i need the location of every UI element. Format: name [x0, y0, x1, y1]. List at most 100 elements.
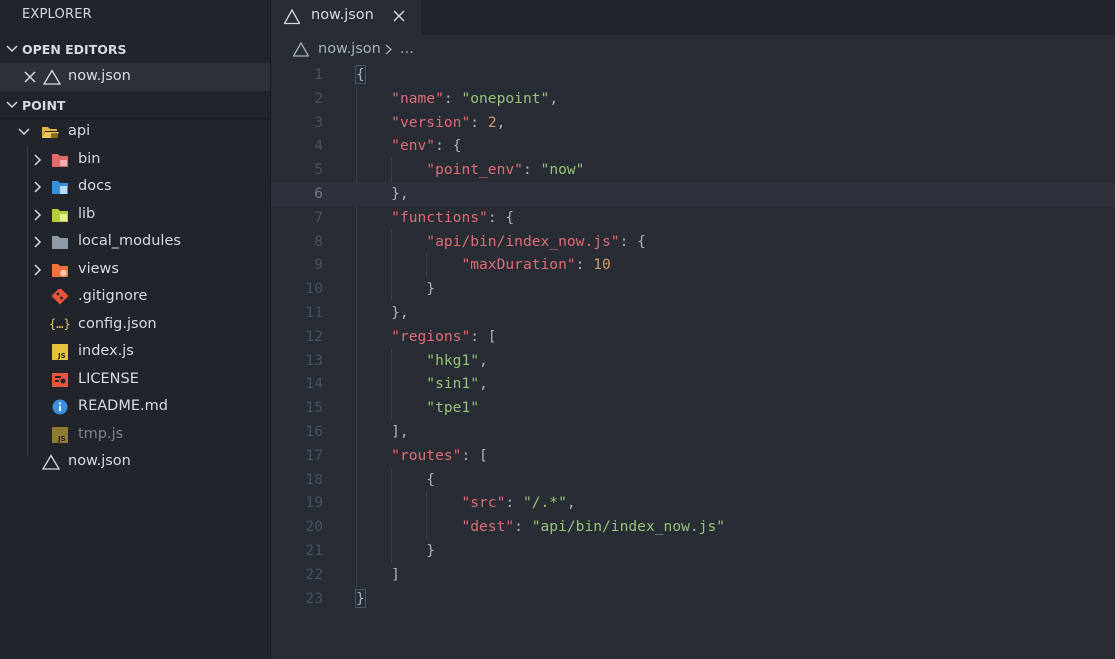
json-key: "name" — [391, 89, 444, 107]
tree-label: config.json — [78, 315, 157, 332]
open-editor-item[interactable]: now.json — [0, 63, 270, 91]
code-text: { — [355, 63, 366, 87]
json-punctuation: : { — [435, 137, 462, 155]
code-line[interactable]: 3 "version": 2, — [271, 111, 1115, 135]
json-punctuation — [356, 494, 461, 511]
code-line[interactable]: 2 "name": "onepoint", — [271, 87, 1115, 111]
code-text: } — [356, 539, 435, 563]
tree-folder-local-modules[interactable]: local_modules — [0, 228, 270, 256]
project-header[interactable]: POINT — [0, 92, 270, 119]
folder-api-icon — [42, 127, 59, 138]
breadcrumb-file[interactable]: now.json — [318, 35, 381, 63]
code-line[interactable]: 1{ — [271, 63, 1115, 87]
chevron-right-icon — [34, 236, 42, 248]
tree-label: bin — [78, 150, 101, 167]
code-line[interactable]: 18 { — [271, 468, 1115, 492]
code-text: "functions": { — [356, 206, 514, 230]
json-punctuation — [356, 375, 426, 392]
close-icon[interactable] — [393, 10, 405, 22]
chevron-right-icon — [34, 181, 42, 193]
code-line[interactable]: 19 "src": "/.*", — [271, 491, 1115, 515]
tree-file-now-json[interactable]: now.json — [0, 448, 270, 476]
svg-text:JS: JS — [57, 352, 66, 360]
json-punctuation: }, — [356, 185, 409, 202]
tree-folder-lib[interactable]: lib — [0, 201, 270, 229]
code-text: "regions": [ — [356, 325, 496, 349]
json-string: "now" — [540, 161, 585, 179]
chevron-right-icon — [385, 44, 392, 55]
tree-file-license[interactable]: LICENSE — [0, 366, 270, 394]
tree-folder-docs[interactable]: docs — [0, 173, 270, 201]
code-line[interactable]: 5 "point_env": "now" — [271, 158, 1115, 182]
code-line[interactable]: 21 } — [271, 539, 1115, 563]
json-punctuation: , — [549, 89, 559, 107]
code-editor[interactable]: 1{2 "name": "onepoint", 3 "version": 2, 4 … — [271, 63, 1115, 659]
tree-file-readme[interactable]: README.md — [0, 393, 270, 421]
json-punctuation: ], — [356, 423, 409, 440]
json-punctuation — [356, 161, 426, 178]
tree-file-index-js[interactable]: JS index.js — [0, 338, 270, 366]
code-line[interactable]: 17 "routes": [ — [271, 444, 1115, 468]
tree-file-gitignore[interactable]: .gitignore — [0, 283, 270, 311]
line-number: 18 — [305, 470, 323, 488]
code-text: "name": "onepoint", — [356, 87, 558, 111]
code-line[interactable]: 12 "regions": [ — [271, 325, 1115, 349]
line-number: 4 — [314, 137, 323, 155]
js-icon: JS — [52, 344, 68, 360]
json-punctuation — [356, 137, 391, 154]
code-line[interactable]: 16 ], — [271, 420, 1115, 444]
code-line[interactable]: 20 "dest": "api/bin/index_now.js" — [271, 515, 1115, 539]
tree-label: index.js — [78, 343, 134, 359]
json-key: "regions" — [391, 327, 471, 345]
code-line[interactable]: 7 "functions": { — [271, 206, 1115, 230]
json-punctuation: { — [356, 470, 436, 488]
license-icon — [52, 372, 68, 387]
code-line[interactable]: 9 "maxDuration": 10 — [271, 253, 1115, 277]
code-line[interactable]: 8 "api/bin/index_now.js": { — [271, 230, 1115, 254]
json-icon: {…} — [49, 316, 71, 331]
line-number: 2 — [314, 89, 323, 107]
line-number: 6 — [314, 185, 323, 202]
line-number: 22 — [305, 565, 323, 583]
tree-label: lib — [78, 205, 96, 222]
tree-label: README.md — [78, 398, 168, 414]
code-line[interactable]: 11 }, — [271, 301, 1115, 325]
code-line[interactable]: 4 "env": { — [271, 134, 1115, 158]
code-line[interactable]: 10 } — [271, 277, 1115, 301]
now-icon — [293, 42, 309, 57]
json-key: "api/bin/index_now.js" — [426, 232, 620, 250]
code-text: "hkg1", — [356, 349, 488, 373]
json-punctuation — [356, 209, 391, 226]
code-line[interactable]: 6 }, — [271, 182, 1115, 206]
tree-folder-views[interactable]: views — [0, 256, 270, 284]
tree-label: api — [68, 123, 91, 139]
json-punctuation: ] — [356, 565, 400, 583]
json-key: "functions" — [391, 208, 488, 226]
code-text: "tpe1" — [356, 396, 479, 420]
chevron-right-icon — [34, 153, 42, 166]
open-editors-header[interactable]: OPEN EDITORS — [0, 36, 270, 63]
json-key: "maxDuration" — [461, 256, 576, 274]
tree-label: now.json — [68, 453, 131, 469]
line-number: 7 — [314, 208, 323, 226]
tree-folder-bin[interactable]: bin — [0, 146, 270, 174]
code-line[interactable]: 14 "sin1", — [271, 372, 1115, 396]
tree-folder-api[interactable]: api — [0, 118, 270, 146]
breadcrumb-more[interactable]: ... — [400, 35, 414, 63]
tree-file-tmp-js[interactable]: JS tmp.js — [0, 421, 270, 449]
json-punctuation — [356, 352, 426, 369]
now-icon — [42, 454, 60, 470]
chevron-down-icon — [6, 45, 18, 53]
code-line[interactable]: 15 "tpe1" — [271, 396, 1115, 420]
tree-label: tmp.js — [78, 425, 124, 442]
code-text: }, — [356, 182, 409, 206]
chevron-down-icon — [6, 101, 18, 109]
close-icon[interactable] — [24, 71, 36, 83]
tree-file-config-json[interactable]: {…} config.json — [0, 311, 270, 339]
code-line[interactable]: 23} — [271, 587, 1115, 611]
json-punctuation: : — [514, 518, 532, 536]
tab-now-json[interactable]: now.json — [271, 0, 421, 35]
code-line[interactable]: 22 ] — [271, 563, 1115, 587]
code-line[interactable]: 13 "hkg1", — [271, 349, 1115, 373]
js-icon: JS — [52, 426, 68, 443]
